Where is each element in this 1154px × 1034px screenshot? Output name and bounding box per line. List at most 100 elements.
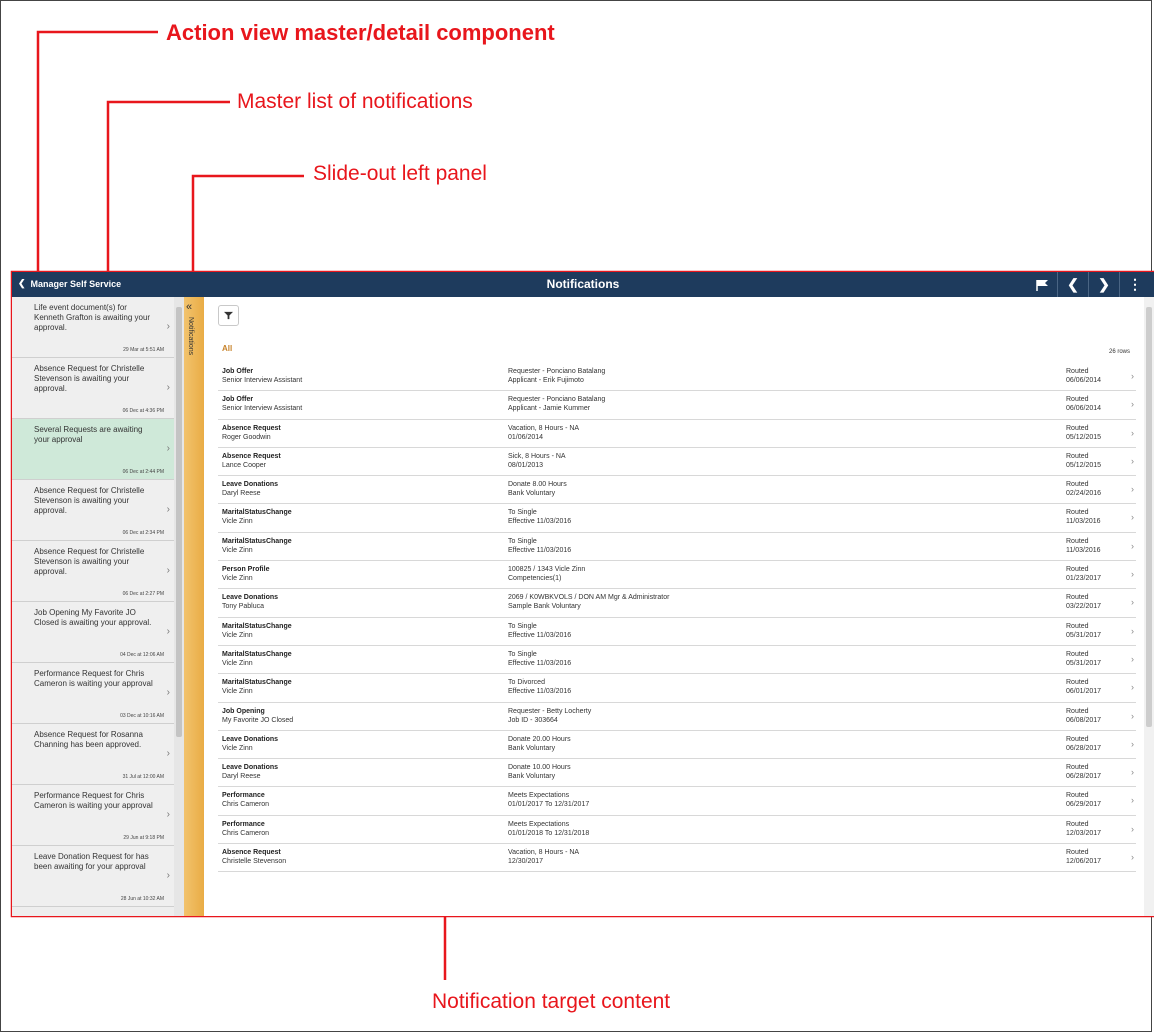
- row-status-date: 05/12/2015: [1066, 433, 1102, 441]
- row-status-date: 05/31/2017: [1066, 631, 1102, 639]
- previous-button[interactable]: ❮: [1057, 272, 1088, 297]
- chevron-right-icon: ›: [166, 809, 170, 820]
- row-status-date: 06/06/2014: [1066, 377, 1102, 384]
- notification-list-item[interactable]: Absence Request for Christelle Stevenson…: [12, 358, 174, 419]
- notification-list-item[interactable]: Life event document(s) for Kenneth Graft…: [12, 297, 174, 358]
- row-title: Leave Donations: [222, 764, 279, 772]
- row-subtitle: Vicle Zinn: [222, 744, 253, 752]
- master-scrollbar-thumb[interactable]: [176, 307, 182, 737]
- action-view-component: ❮ Manager Self Service Notifications ❮ ❯…: [12, 272, 1154, 916]
- chevron-right-icon: ›: [1131, 682, 1134, 693]
- table-row[interactable]: Leave Donations Tony Pabluca 2069 / K0WBKV…: [218, 589, 1136, 618]
- row-detail-line-1: Meets Expectations: [508, 792, 570, 800]
- row-status-date: 06/06/2014: [1066, 405, 1102, 413]
- notification-list-item[interactable]: Performance Request for Chris Cameron is…: [12, 663, 174, 724]
- table-row[interactable]: MaritalStatusChange Vicle Zinn To Divorced…: [218, 674, 1136, 703]
- notification-list-item[interactable]: Performance Request for Chris Cameron is…: [12, 785, 174, 846]
- notification-list-item[interactable]: Absence Request for Rosanna Channing has…: [12, 724, 174, 785]
- row-details: Donate 20.00 Hours Bank Voluntary: [508, 735, 571, 753]
- row-status: Routed 03/22/2017: [1066, 593, 1101, 611]
- collapse-panel-icon[interactable]: «: [186, 301, 192, 313]
- notification-text: Several Requests are awaiting your appro…: [34, 425, 143, 444]
- row-status-date: 12/06/2017: [1066, 858, 1102, 866]
- row-title: Performance: [222, 820, 265, 828]
- notification-list-item[interactable]: Absence Request for Christelle Stevenson…: [12, 541, 174, 602]
- chevron-right-icon: ›: [1131, 767, 1134, 778]
- notification-list-item[interactable]: Absence Request for Christelle Stevenson…: [12, 480, 174, 541]
- notification-list-item[interactable]: Job Opening My Favorite JO Closed is awa…: [12, 602, 174, 663]
- row-title: Absence Request: [222, 452, 281, 460]
- chevron-right-icon: ›: [166, 687, 170, 698]
- notification-list-item[interactable]: Leave Donation Request for has been awai…: [12, 846, 174, 907]
- table-row[interactable]: Leave Donations Vicle Zinn Donate 20.00 Ho…: [218, 731, 1136, 760]
- row-details: To Divorced Effective 11/03/2016: [508, 678, 571, 696]
- table-row[interactable]: Absence Request Roger Goodwin Vacation, 8 …: [218, 420, 1136, 448]
- row-status: Routed 06/28/2017: [1066, 763, 1101, 781]
- row-subtitle: Christelle Stevenson: [222, 858, 287, 866]
- row-details: 2069 / K0WBKVOLS / DON AM Mgr & Administ…: [508, 593, 669, 611]
- annotation-slide-out: Slide-out left panel: [313, 162, 487, 185]
- row-title: Leave Donations: [222, 481, 279, 489]
- row-subtitle: Chris Cameron: [222, 829, 270, 837]
- table-row[interactable]: MaritalStatusChange Vicle Zinn To Single Ef…: [218, 533, 1136, 562]
- row-status-date: 11/03/2016: [1066, 518, 1101, 526]
- notification-list-item[interactable]: Several Requests are awaiting your appro…: [12, 419, 174, 480]
- table-row[interactable]: Performance Chris Cameron Meets Expectatio…: [218, 787, 1136, 816]
- slide-out-label: Notifications: [187, 317, 194, 356]
- flag-icon[interactable]: [1027, 272, 1057, 297]
- row-subtitle: Daryl Reese: [222, 773, 261, 781]
- back-button[interactable]: ❮ Manager Self Service: [18, 278, 121, 289]
- row-status: Routed 06/08/2017: [1066, 707, 1101, 725]
- row-status-date: 05/31/2017: [1066, 659, 1102, 667]
- row-status-text: Routed: [1066, 820, 1089, 828]
- row-status-date: 06/01/2017: [1066, 688, 1102, 696]
- row-status: Routed 06/29/2017: [1066, 791, 1101, 809]
- table-row[interactable]: Absence Request Christelle Stevenson Vacat…: [218, 844, 1136, 873]
- table-row[interactable]: Leave Donations Daryl Reese Donate 8.00 Ho…: [218, 476, 1136, 505]
- table-row[interactable]: MaritalStatusChange Vicle Zinn To Single Ef…: [218, 618, 1136, 646]
- chevron-right-icon: ›: [1131, 427, 1134, 438]
- row-title: Leave Donations: [222, 735, 279, 743]
- slide-out-left-panel[interactable]: « Notifications: [184, 297, 204, 916]
- row-details: Meets Expectations 01/01/2017 To 12/31/20…: [508, 791, 589, 809]
- row-detail-line-1: To Divorced: [508, 679, 545, 687]
- row-primary: MaritalStatusChange Vicle Zinn: [222, 650, 292, 668]
- table-row[interactable]: Job Opening My Favorite JO Closed Requeste…: [218, 703, 1136, 731]
- annotation-line-title: [36, 30, 158, 272]
- table-row[interactable]: Performance Chris Cameron Meets Expectatio…: [218, 816, 1136, 845]
- row-title: Job Offer: [222, 396, 254, 404]
- table-row[interactable]: Job Offer Senior Interview Assistant Reque…: [218, 363, 1136, 392]
- more-vertical-icon[interactable]: ⋮: [1119, 272, 1150, 297]
- row-subtitle: Vicle Zinn: [222, 688, 253, 696]
- table-row[interactable]: MaritalStatusChange Vicle Zinn To Single Ef…: [218, 504, 1136, 533]
- filter-button[interactable]: [218, 305, 239, 326]
- row-title: Performance: [222, 792, 265, 800]
- table-row[interactable]: MaritalStatusChange Vicle Zinn To Single Ef…: [218, 646, 1136, 675]
- notification-text: Life event document(s) for Kenneth Graft…: [34, 303, 151, 332]
- row-primary: Performance Chris Cameron: [222, 820, 269, 838]
- row-detail-line-1: 100825 / 1343 Vicle Zinn: [508, 566, 586, 574]
- row-details: Donate 8.00 Hours Bank Voluntary: [508, 480, 567, 498]
- chevron-right-icon: ›: [166, 565, 170, 576]
- next-button[interactable]: ❯: [1088, 272, 1119, 297]
- chevron-right-icon: ❯: [1098, 276, 1110, 292]
- row-detail-line-1: Donate 10.00 Hours: [508, 764, 571, 772]
- row-status: Routed 05/31/2017: [1066, 650, 1101, 668]
- row-status-date: 02/24/2016: [1066, 490, 1102, 498]
- row-status-text: Routed: [1066, 509, 1089, 517]
- table-row[interactable]: Absence Request Lance Cooper Sick, 8 Hours…: [218, 448, 1136, 477]
- detail-scrollbar-thumb[interactable]: [1146, 307, 1152, 727]
- row-primary: MaritalStatusChange Vicle Zinn: [222, 537, 292, 555]
- row-details: To Single Effective 11/03/2016: [508, 508, 571, 526]
- table-row[interactable]: Job Offer Senior Interview Assistant Reque…: [218, 391, 1136, 420]
- table-row[interactable]: Person Profile Vicle Zinn 100825 / 1343 Vi…: [218, 561, 1136, 590]
- row-status-text: Routed: [1066, 679, 1089, 687]
- notification-text: Absence Request for Rosanna Channing has…: [34, 730, 143, 749]
- row-detail-line-1: To Single: [508, 537, 537, 545]
- table-row[interactable]: Leave Donations Daryl Reese Donate 10.00 H…: [218, 759, 1136, 788]
- row-status: Routed 02/24/2016: [1066, 480, 1101, 498]
- row-details: To Single Effective 11/03/2016: [508, 622, 571, 640]
- row-detail-line-1: To Single: [508, 650, 537, 658]
- row-primary: Performance Chris Cameron: [222, 791, 269, 809]
- row-status-text: Routed: [1066, 764, 1089, 772]
